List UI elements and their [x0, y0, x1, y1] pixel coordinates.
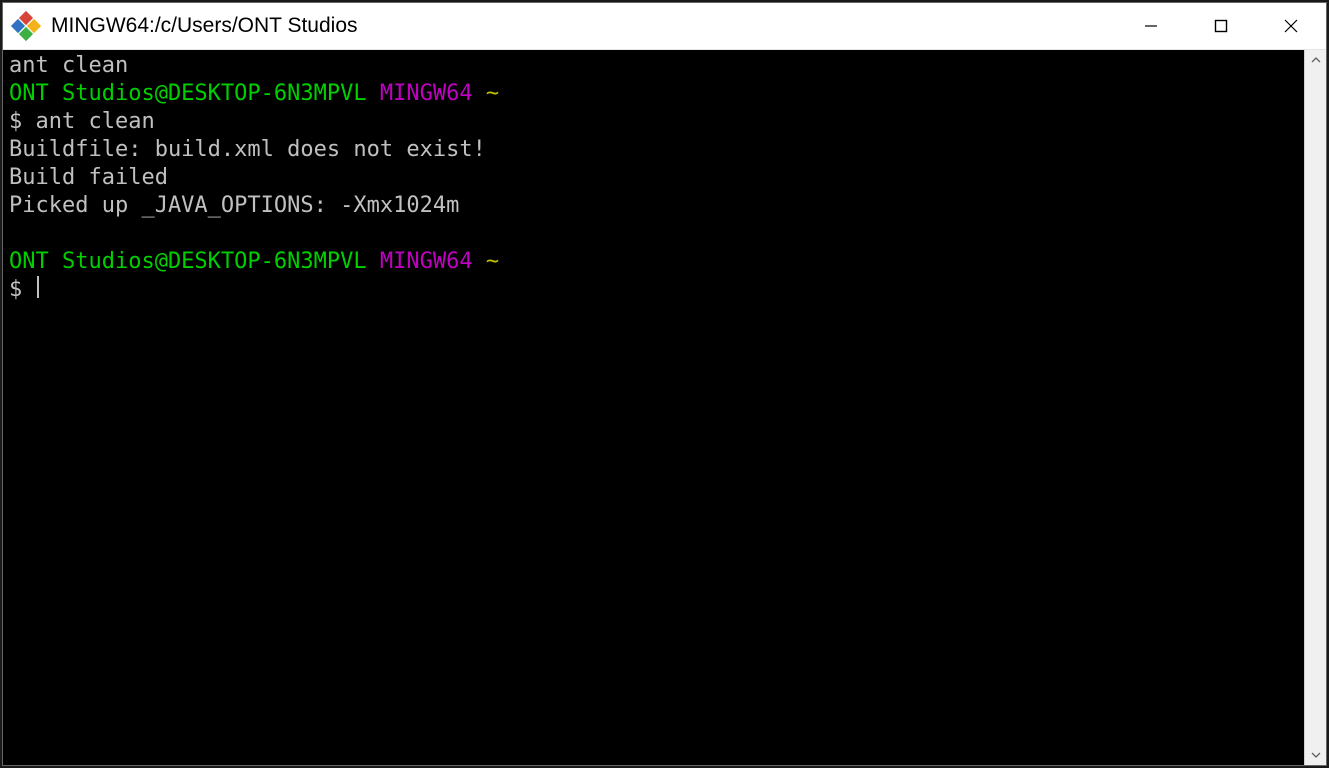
- window-title: MINGW64:/c/Users/ONT Studios: [49, 14, 1116, 38]
- prompt-env: MINGW64: [380, 81, 473, 106]
- prompt-user: ONT Studios@DESKTOP-6N3MPVL: [9, 81, 367, 106]
- close-button[interactable]: [1256, 3, 1326, 49]
- prompt-env: MINGW64: [380, 249, 473, 274]
- cursor-icon: [37, 276, 39, 298]
- terminal-line: Picked up _JAVA_OPTIONS: -Xmx1024m: [9, 193, 459, 218]
- prompt-path: ~: [486, 249, 499, 274]
- prompt-symbol: $: [9, 277, 22, 302]
- app-icon: [3, 13, 49, 39]
- titlebar[interactable]: MINGW64:/c/Users/ONT Studios: [3, 3, 1326, 50]
- terminal-line: Buildfile: build.xml does not exist!: [9, 137, 486, 162]
- terminal-line: ant clean: [9, 53, 128, 78]
- prompt-path: ~: [486, 81, 499, 106]
- prompt-user: ONT Studios@DESKTOP-6N3MPVL: [9, 249, 367, 274]
- prompt-symbol: $: [9, 109, 22, 134]
- vertical-scrollbar[interactable]: [1304, 50, 1326, 765]
- minimize-button[interactable]: [1116, 3, 1186, 49]
- terminal-line: Build failed: [9, 165, 168, 190]
- terminal-window: MINGW64:/c/Users/ONT Studios ant clean O…: [3, 3, 1326, 765]
- command-text: ant clean: [36, 109, 155, 134]
- window-controls: [1116, 3, 1326, 49]
- maximize-button[interactable]: [1186, 3, 1256, 49]
- mingw-logo-icon: [13, 13, 39, 39]
- chevron-up-icon: [1311, 55, 1321, 65]
- client-area: ant clean ONT Studios@DESKTOP-6N3MPVL MI…: [3, 50, 1326, 765]
- terminal-output[interactable]: ant clean ONT Studios@DESKTOP-6N3MPVL MI…: [3, 50, 1304, 765]
- chevron-down-icon: [1311, 750, 1321, 760]
- scroll-down-button[interactable]: [1305, 745, 1326, 765]
- scroll-up-button[interactable]: [1305, 50, 1326, 70]
